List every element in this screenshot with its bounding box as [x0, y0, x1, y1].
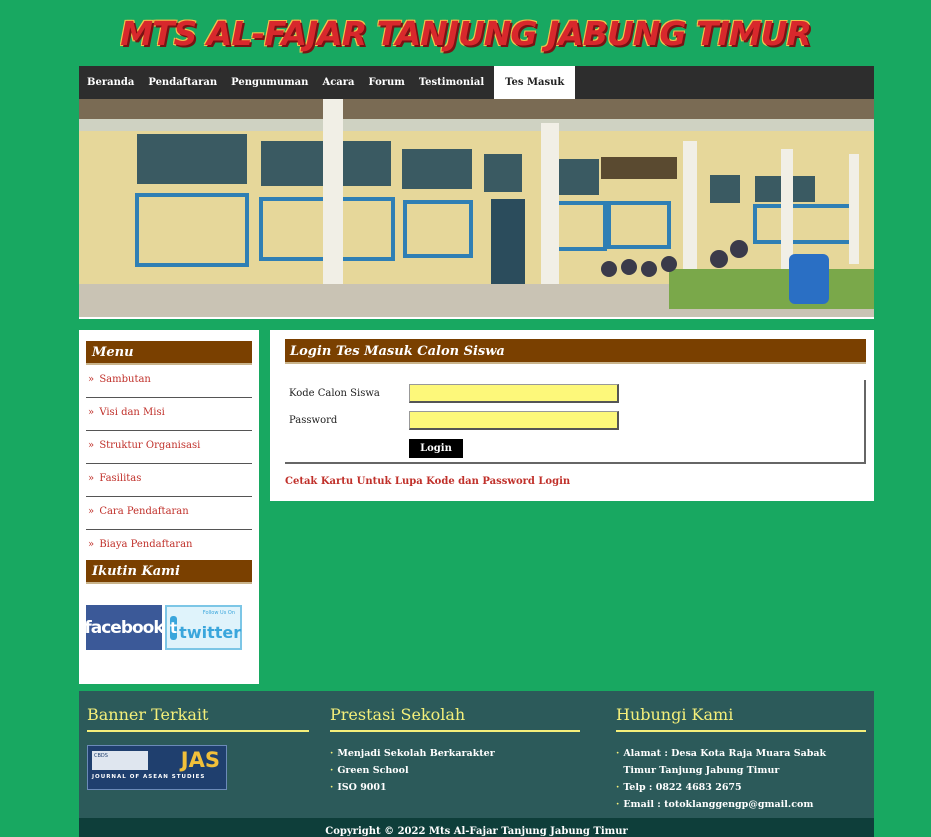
login-form: Kode Calon Siswa Password Login: [285, 380, 866, 464]
prestasi-item: · Menjadi Sekolah Berkarakter: [330, 748, 495, 759]
nav-pengumuman[interactable]: Pengumuman: [224, 66, 315, 99]
form-row-password: Password: [289, 411, 619, 430]
contact-email: · Email : totoklanggengp@gmail.com: [616, 799, 814, 810]
sidebar-item-label: Sambutan: [99, 374, 151, 385]
jas-subtitle: JOURNAL OF ASEAN STUDIES: [92, 774, 206, 780]
cbds-logo: CBDS: [92, 751, 148, 770]
contact-address: · Alamat : Desa Kota Raja Muara Sabak Tim…: [616, 748, 827, 776]
main-content: Login Tes Masuk Calon Siswa Kode Calon S…: [270, 330, 874, 501]
prestasi-item: · Green School: [330, 765, 409, 776]
footer-contact-section: Hubungi Kami · Alamat : Desa Kota Raja Mu…: [616, 705, 866, 813]
sidebar-item-visi-misi[interactable]: » Visi dan Misi: [86, 398, 252, 431]
footer-prestasi-heading: Prestasi Sekolah: [330, 705, 580, 732]
password-input[interactable]: [409, 411, 619, 430]
footer-prestasi-section: Prestasi Sekolah · Menjadi Sekolah Berkar…: [330, 705, 580, 796]
twitter-icon: t: [170, 615, 178, 640]
copyright-bar: Copyright © 2022 Mts Al-Fajar Tanjung Ja…: [79, 818, 874, 837]
print-card-forgot-link[interactable]: Cetak Kartu Untuk Lupa Kode dan Password…: [285, 476, 866, 487]
sidebar-item-label: Fasilitas: [99, 473, 142, 484]
footer: Banner Terkait CBDS JAS JOURNAL OF ASEAN…: [79, 691, 874, 818]
page-title: Login Tes Masuk Calon Siswa: [285, 339, 866, 364]
sidebar-item-label: Biaya Pendaftaran: [99, 539, 193, 550]
sidebar: Menu » Sambutan » Visi dan Misi » Strukt…: [79, 330, 259, 684]
main-navigation: Beranda Pendaftaran Pengumuman Acara For…: [79, 66, 874, 99]
footer-banner-section: Banner Terkait CBDS JAS JOURNAL OF ASEAN…: [87, 705, 309, 790]
form-row-kode: Kode Calon Siswa: [289, 384, 619, 403]
login-button[interactable]: Login: [409, 439, 463, 458]
nav-testimonial[interactable]: Testimonial: [412, 66, 491, 99]
sidebar-item-cara-pendaftaran[interactable]: » Cara Pendaftaran: [86, 497, 252, 530]
jas-logo-text: JAS: [180, 748, 220, 772]
sidebar-item-struktur[interactable]: » Struktur Organisasi: [86, 431, 252, 464]
social-links: facebook Follow Us On t twitter: [84, 605, 252, 650]
twitter-label: twitter: [179, 622, 242, 642]
password-label: Password: [289, 415, 338, 426]
sidebar-item-fasilitas[interactable]: » Fasilitas: [86, 464, 252, 497]
footer-banner-heading: Banner Terkait: [87, 705, 309, 732]
sidebar-item-label: Struktur Organisasi: [99, 440, 201, 451]
sidebar-item-label: Cara Pendaftaran: [99, 506, 189, 517]
kode-calon-siswa-input[interactable]: [409, 384, 619, 403]
facebook-button[interactable]: facebook: [84, 605, 165, 650]
nav-beranda[interactable]: Beranda: [79, 66, 141, 99]
site-title: MTS AL-FAJAR TANJUNG JABUNG TIMUR: [120, 14, 812, 53]
school-building-image: [79, 99, 874, 317]
sidebar-item-sambutan[interactable]: » Sambutan: [86, 365, 252, 398]
kode-label: Kode Calon Siswa: [289, 388, 380, 399]
contact-phone: · Telp : 0822 4683 2675: [616, 782, 742, 793]
sidebar-follow-heading: Ikutin Kami: [86, 560, 252, 584]
nav-tes-masuk[interactable]: Tes Masuk: [494, 66, 576, 99]
twitter-button[interactable]: Follow Us On t twitter: [165, 605, 242, 650]
sidebar-item-label: Visi dan Misi: [99, 407, 165, 418]
footer-contact-heading: Hubungi Kami: [616, 705, 866, 732]
nav-forum[interactable]: Forum: [362, 66, 412, 99]
nav-pendaftaran[interactable]: Pendaftaran: [141, 66, 224, 99]
sidebar-item-biaya-pendaftaran[interactable]: » Biaya Pendaftaran: [86, 530, 252, 560]
jas-banner-link[interactable]: CBDS JAS JOURNAL OF ASEAN STUDIES: [87, 745, 227, 790]
prestasi-item: · ISO 9001: [330, 782, 387, 793]
twitter-follow-text: Follow Us On: [202, 610, 235, 616]
sidebar-menu-heading: Menu: [86, 341, 252, 365]
nav-acara[interactable]: Acara: [315, 66, 361, 99]
school-banner-photo: [79, 99, 874, 319]
